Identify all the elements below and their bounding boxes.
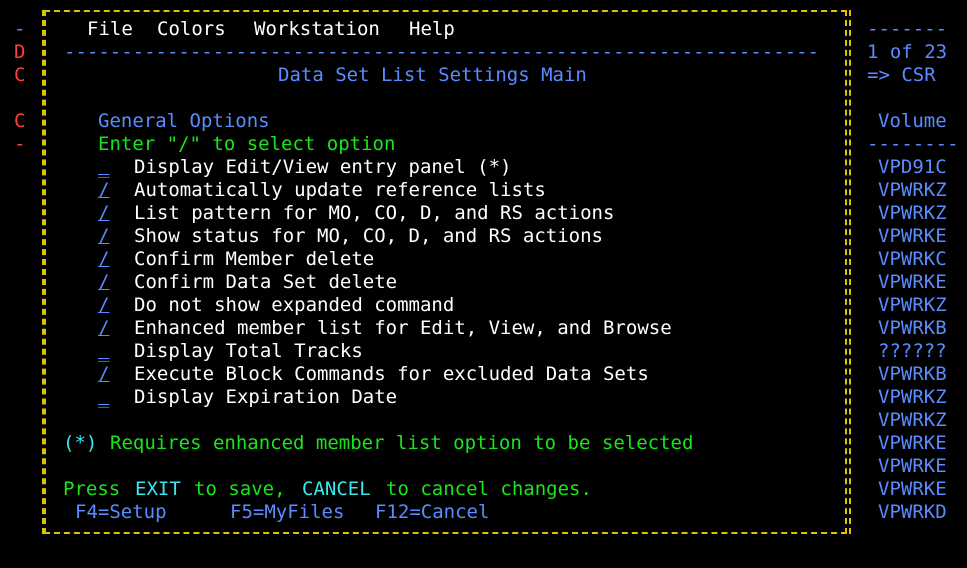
menu-help[interactable]: Help xyxy=(409,18,455,41)
volume-cell: VPWRKE xyxy=(878,478,947,500)
section-title-general-options: General Options xyxy=(98,110,270,132)
right-vertical-rule xyxy=(849,10,851,534)
volume-cell: VPWRKD xyxy=(878,501,947,523)
option-select-field[interactable]: / xyxy=(98,317,112,340)
option-select-field[interactable]: / xyxy=(98,225,112,248)
scroll-position: 1 of 23 xyxy=(867,41,948,63)
option-select-field[interactable]: / xyxy=(98,202,112,225)
option-label: Execute Block Commands for excluded Data… xyxy=(134,363,649,385)
option-label: Enhanced member list for Edit, View, and… xyxy=(134,317,672,339)
background-left-cell: - xyxy=(14,18,26,40)
option-label: Confirm Data Set delete xyxy=(134,271,398,293)
option-label: Confirm Member delete xyxy=(134,248,375,270)
menu-workstation[interactable]: Workstation xyxy=(254,18,380,41)
volume-column-header: Volume xyxy=(878,110,947,132)
option-label: Display Total Tracks xyxy=(134,340,363,362)
option-select-field[interactable]: / xyxy=(98,179,112,202)
menubar-separator: ----------------------------------------… xyxy=(64,41,820,63)
background-left-cell: - xyxy=(14,133,26,155)
option-label: List pattern for MO, CO, D, and RS actio… xyxy=(134,202,615,224)
volume-cell: VPWRKE xyxy=(878,271,947,293)
menu-colors[interactable]: Colors xyxy=(157,18,226,41)
option-select-field[interactable]: _ xyxy=(98,386,112,409)
background-left-cell: C xyxy=(14,110,26,132)
option-label: Display Edit/View entry panel (*) xyxy=(134,156,512,178)
option-select-field[interactable]: _ xyxy=(98,340,112,363)
volume-cell: VPWRKE xyxy=(878,432,947,454)
volume-cell: VPWRKZ xyxy=(878,294,947,316)
footer-to-cancel: to cancel changes. xyxy=(386,478,592,500)
volume-cell: VPWRKE xyxy=(878,225,947,247)
note-text: Requires enhanced member list option to … xyxy=(110,432,694,454)
option-select-field[interactable]: / xyxy=(98,363,112,386)
volume-cell: VPWRKZ xyxy=(878,386,947,408)
option-select-field[interactable]: / xyxy=(98,294,112,317)
volume-cell: VPWRKB xyxy=(878,317,947,339)
background-left-cell: C xyxy=(14,64,26,86)
fkey-f12-cancel[interactable]: F12=Cancel xyxy=(375,501,489,524)
volume-cell: ?????? xyxy=(878,340,947,362)
menu-file[interactable]: File xyxy=(87,18,133,41)
background-top-dashes: ------- xyxy=(867,18,948,40)
option-label: Display Expiration Date xyxy=(134,386,398,408)
option-select-field[interactable]: _ xyxy=(98,156,112,179)
volume-column-separator: -------- xyxy=(867,133,959,155)
fkey-f4-setup[interactable]: F4=Setup xyxy=(75,501,167,524)
footer-exit-command[interactable]: EXIT xyxy=(135,478,181,501)
scroll-amount-label[interactable]: => CSR xyxy=(867,64,936,87)
footer-press: Press xyxy=(63,478,121,500)
volume-cell: VPWRKB xyxy=(878,363,947,385)
option-select-field[interactable]: / xyxy=(98,248,112,271)
footer-cancel-command[interactable]: CANCEL xyxy=(302,478,371,501)
volume-cell: VPWRKZ xyxy=(878,202,947,224)
option-label: Show status for MO, CO, D, and RS action… xyxy=(134,225,603,247)
background-left-cell: D xyxy=(14,41,26,63)
volume-cell: VPWRKC xyxy=(878,248,947,270)
footer-to-save: to save, xyxy=(194,478,286,500)
select-instruction: Enter "/" to select option xyxy=(98,133,396,155)
volume-cell: VPWRKZ xyxy=(878,179,947,201)
option-label: Do not show expanded command xyxy=(134,294,455,316)
volume-cell: VPWRKE xyxy=(878,455,947,477)
panel-title: Data Set List Settings Main xyxy=(278,64,587,86)
fkey-f5-myfiles[interactable]: F5=MyFiles xyxy=(230,501,344,524)
option-select-field[interactable]: / xyxy=(98,271,112,294)
volume-cell: VPD91C xyxy=(878,156,947,178)
note-marker: (*) xyxy=(63,432,98,454)
volume-cell: VPWRKZ xyxy=(878,409,947,431)
option-label: Automatically update reference lists xyxy=(134,179,546,201)
